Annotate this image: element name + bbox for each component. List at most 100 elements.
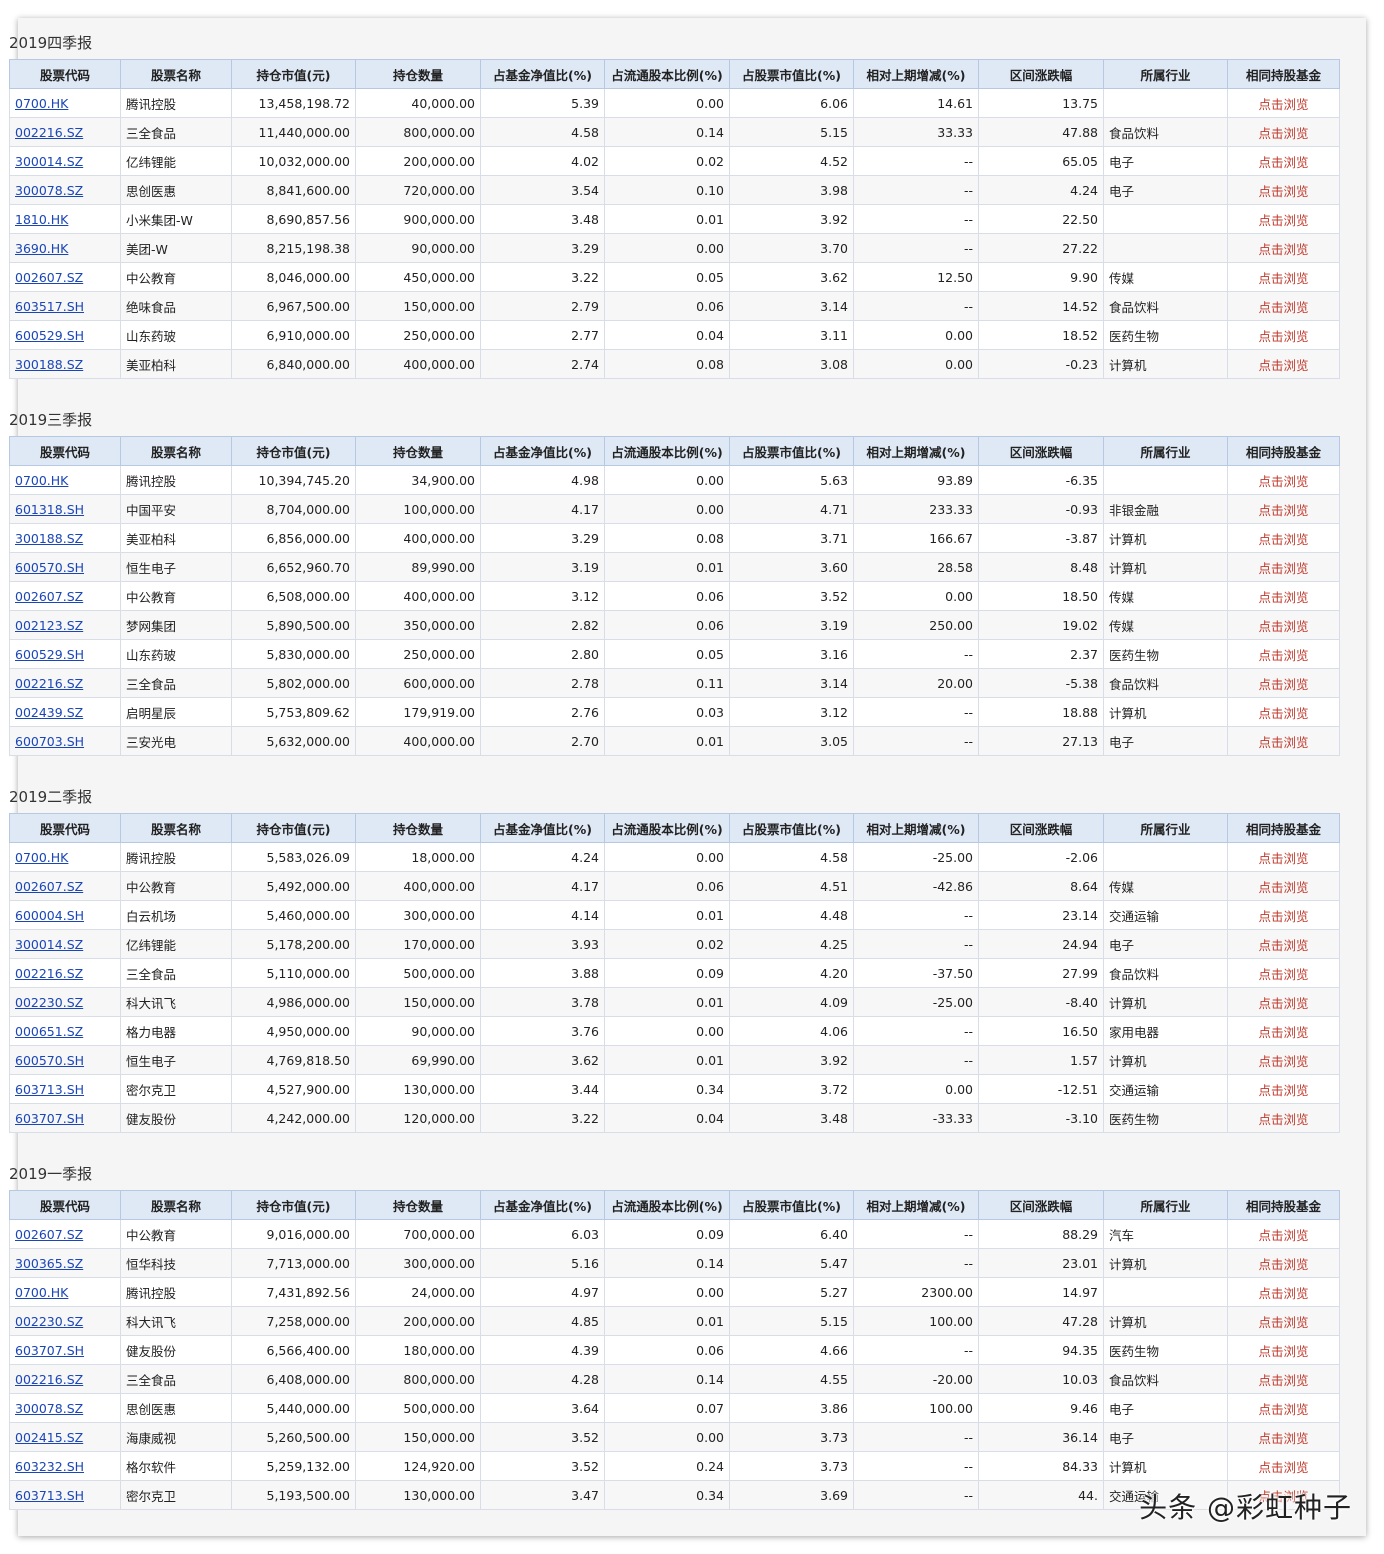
stock-code-link[interactable]: 002415.SZ — [15, 1430, 83, 1445]
stock-code-link[interactable]: 600570.SH — [15, 560, 84, 575]
table-cell: 中国平安 — [120, 494, 232, 524]
table-cell: 3.64 — [480, 1393, 605, 1423]
stock-code-link[interactable]: 002607.SZ — [15, 270, 83, 285]
browse-link[interactable]: 点击浏览 — [1258, 1025, 1308, 1040]
stock-code-link[interactable]: 0700.HK — [15, 473, 68, 488]
stock-code-link[interactable]: 600703.SH — [15, 734, 84, 749]
table-cell: 33.33 — [853, 117, 979, 147]
browse-link[interactable]: 点击浏览 — [1258, 1083, 1308, 1098]
table-cell: 4,950,000.00 — [231, 1016, 356, 1046]
browse-link[interactable]: 点击浏览 — [1258, 851, 1308, 866]
browse-link[interactable]: 点击浏览 — [1258, 532, 1308, 547]
browse-link[interactable]: 点击浏览 — [1258, 648, 1308, 663]
same-fund-cell: 点击浏览 — [1227, 1451, 1340, 1481]
browse-link[interactable]: 点击浏览 — [1258, 97, 1308, 112]
stock-code-link[interactable]: 002216.SZ — [15, 676, 83, 691]
browse-link[interactable]: 点击浏览 — [1258, 967, 1308, 982]
browse-link[interactable]: 点击浏览 — [1258, 1373, 1308, 1388]
browse-link[interactable]: 点击浏览 — [1258, 1228, 1308, 1243]
stock-code-link[interactable]: 300365.SZ — [15, 1256, 83, 1271]
stock-code-link[interactable]: 002123.SZ — [15, 618, 83, 633]
stock-code-link[interactable]: 0700.HK — [15, 96, 68, 111]
stock-code-link[interactable]: 002607.SZ — [15, 879, 83, 894]
browse-link[interactable]: 点击浏览 — [1258, 155, 1308, 170]
browse-link[interactable]: 点击浏览 — [1258, 300, 1308, 315]
browse-link[interactable]: 点击浏览 — [1258, 1431, 1308, 1446]
browse-link[interactable]: 点击浏览 — [1258, 126, 1308, 141]
same-fund-cell: 点击浏览 — [1227, 1103, 1340, 1133]
browse-link[interactable]: 点击浏览 — [1258, 1112, 1308, 1127]
browse-link[interactable]: 点击浏览 — [1258, 880, 1308, 895]
stock-code-link[interactable]: 1810.HK — [15, 212, 68, 227]
stock-code-link[interactable]: 002230.SZ — [15, 995, 83, 1010]
column-header: 占基金净值比(%) — [480, 813, 605, 843]
stock-code-link[interactable]: 002216.SZ — [15, 125, 83, 140]
stock-code-link[interactable]: 002216.SZ — [15, 1372, 83, 1387]
stock-code-link[interactable]: 000651.SZ — [15, 1024, 83, 1039]
browse-link[interactable]: 点击浏览 — [1258, 1286, 1308, 1301]
browse-link[interactable]: 点击浏览 — [1258, 1344, 1308, 1359]
stock-code-link[interactable]: 601318.SH — [15, 502, 84, 517]
stock-code-link[interactable]: 3690.HK — [15, 241, 68, 256]
browse-link[interactable]: 点击浏览 — [1258, 706, 1308, 721]
browse-link[interactable]: 点击浏览 — [1258, 242, 1308, 257]
table-cell: 100.00 — [853, 1306, 979, 1336]
stock-code-link[interactable]: 600570.SH — [15, 1053, 84, 1068]
browse-link[interactable]: 点击浏览 — [1258, 1054, 1308, 1069]
stock-code-cell: 002216.SZ — [9, 117, 121, 147]
stock-code-link[interactable]: 002216.SZ — [15, 966, 83, 981]
stock-code-link[interactable]: 002230.SZ — [15, 1314, 83, 1329]
browse-link[interactable]: 点击浏览 — [1258, 561, 1308, 576]
stock-code-cell: 0700.HK — [9, 465, 121, 495]
stock-code-link[interactable]: 0700.HK — [15, 850, 68, 865]
stock-code-link[interactable]: 600004.SH — [15, 908, 84, 923]
stock-code-link[interactable]: 300078.SZ — [15, 183, 83, 198]
browse-link[interactable]: 点击浏览 — [1258, 1315, 1308, 1330]
stock-code-link[interactable]: 600529.SH — [15, 328, 84, 343]
stock-code-link[interactable]: 002607.SZ — [15, 1227, 83, 1242]
stock-code-link[interactable]: 300078.SZ — [15, 1401, 83, 1416]
browse-link[interactable]: 点击浏览 — [1258, 474, 1308, 489]
browse-link[interactable]: 点击浏览 — [1258, 1402, 1308, 1417]
stock-code-link[interactable]: 603713.SH — [15, 1082, 84, 1097]
stock-code-link[interactable]: 300188.SZ — [15, 357, 83, 372]
browse-link[interactable]: 点击浏览 — [1258, 271, 1308, 286]
stock-code-link[interactable]: 603707.SH — [15, 1343, 84, 1358]
browse-link[interactable]: 点击浏览 — [1258, 735, 1308, 750]
table-row: 300014.SZ 亿纬锂能 10,032,000.00 200,000.00 4.02… — [9, 146, 1340, 176]
browse-link[interactable]: 点击浏览 — [1258, 184, 1308, 199]
browse-link[interactable]: 点击浏览 — [1258, 213, 1308, 228]
browse-link[interactable]: 点击浏览 — [1258, 1257, 1308, 1272]
table-cell: 美亚柏科 — [120, 349, 232, 379]
stock-code-link[interactable]: 0700.HK — [15, 1285, 68, 1300]
table-cell: 13,458,198.72 — [231, 88, 356, 118]
browse-link[interactable]: 点击浏览 — [1258, 677, 1308, 692]
stock-code-link[interactable]: 300014.SZ — [15, 937, 83, 952]
browse-link[interactable]: 点击浏览 — [1258, 909, 1308, 924]
browse-link[interactable]: 点击浏览 — [1258, 938, 1308, 953]
table-cell: 三全食品 — [120, 668, 232, 698]
table-cell: 2.79 — [480, 291, 605, 321]
stock-code-link[interactable]: 603707.SH — [15, 1111, 84, 1126]
stock-code-link[interactable]: 300014.SZ — [15, 154, 83, 169]
table-cell: 3.76 — [480, 1016, 605, 1046]
stock-code-link[interactable]: 603517.SH — [15, 299, 84, 314]
browse-link[interactable]: 点击浏览 — [1258, 329, 1308, 344]
stock-code-link[interactable]: 002607.SZ — [15, 589, 83, 604]
browse-link[interactable]: 点击浏览 — [1258, 996, 1308, 1011]
browse-link[interactable]: 点击浏览 — [1258, 619, 1308, 634]
browse-link[interactable]: 点击浏览 — [1258, 358, 1308, 373]
browse-link[interactable]: 点击浏览 — [1258, 1460, 1308, 1475]
browse-link[interactable]: 点击浏览 — [1258, 503, 1308, 518]
stock-code-link[interactable]: 002439.SZ — [15, 705, 83, 720]
table-cell: 0.00 — [604, 88, 730, 118]
browse-link[interactable]: 点击浏览 — [1258, 590, 1308, 605]
stock-code-link[interactable]: 300188.SZ — [15, 531, 83, 546]
same-fund-cell: 点击浏览 — [1227, 1219, 1340, 1249]
table-cell: 2300.00 — [853, 1277, 979, 1307]
table-cell: 2.82 — [480, 610, 605, 640]
stock-code-link[interactable]: 603713.SH — [15, 1488, 84, 1503]
stock-code-link[interactable]: 600529.SH — [15, 647, 84, 662]
stock-code-link[interactable]: 603232.SH — [15, 1459, 84, 1474]
table-cell: 3.60 — [729, 552, 854, 582]
